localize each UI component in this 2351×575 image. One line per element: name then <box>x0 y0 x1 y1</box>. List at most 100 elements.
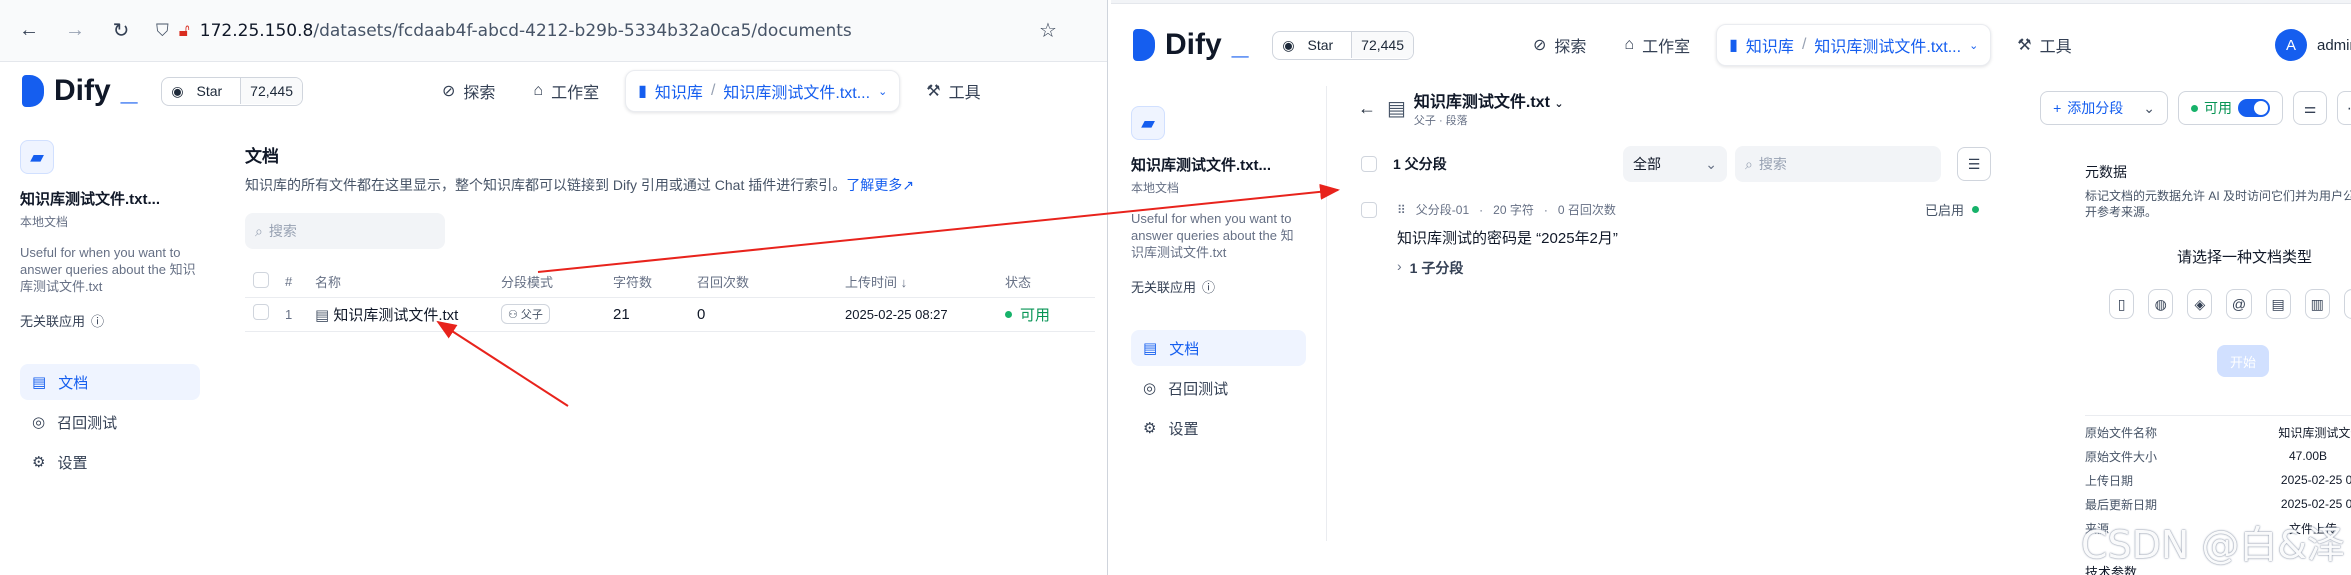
row-chars: 21 <box>605 297 689 332</box>
row-checkbox[interactable] <box>253 304 269 320</box>
status-badge: 可用 <box>1005 304 1087 325</box>
back-icon[interactable]: ← <box>18 19 40 42</box>
dataset-type: 本地文档 <box>1131 181 1180 195</box>
col-index: # <box>277 267 307 298</box>
reload-icon[interactable]: ↻ <box>110 20 132 42</box>
search-input[interactable]: ⌕ 搜索 <box>245 213 445 249</box>
child-segments-toggle[interactable]: › 1 子分段 <box>1397 258 1979 278</box>
gear-icon: ⚙ <box>1143 420 1157 437</box>
document-title[interactable]: 知识库测试文件.txt ⌄ <box>1414 88 1564 112</box>
nav-explore[interactable]: ⊘ 探索 <box>430 71 507 111</box>
dify-logo[interactable]: Dify _ <box>22 74 137 108</box>
document-mode: 父子 · 段落 <box>1413 115 1468 127</box>
nav-explore[interactable]: ⊘ 探索 <box>1521 25 1598 65</box>
segment-id: 父分段-01 <box>1415 203 1470 217</box>
info-icon[interactable]: ⓘ <box>1202 277 1215 296</box>
tools-icon: ⚒ <box>926 83 941 100</box>
user-menu[interactable]: A admin <box>2275 29 2351 61</box>
select-all-checkbox[interactable] <box>1361 156 1377 172</box>
top-nav: ⊘ 探索 ⌂ 工作室 ▮ 知识库 / 知识库测试文件.txt... ⌄ ⚒ 工具 <box>1521 24 2084 66</box>
wiki-type-icon[interactable]: ▤ <box>2265 289 2291 319</box>
start-button[interactable]: 开始 <box>2217 345 2269 377</box>
forward-icon[interactable]: → <box>64 19 86 42</box>
dataset-sidebar: ▰ 知识库测试文件.txt... 本地文档 Useful for when yo… <box>0 120 220 575</box>
row-upload-time: 2025-02-25 08:27 <box>837 297 997 332</box>
address-bar[interactable]: ⛉ 🔓︎ 172.25.150.8/datasets/fcdaab4f-abcd… <box>156 21 1013 41</box>
meta-row: 上传日期2025-02-25 08:2 <box>2085 473 2351 488</box>
web-page-type-icon[interactable]: ◍ <box>2148 289 2174 319</box>
nav-studio[interactable]: ⌂ 工作室 <box>1612 25 1702 65</box>
doc-type-options: ▯ ◍ ◈ @ ▤ ▥ ◌ <box>2109 289 2351 319</box>
folder-icon: ▰ <box>20 140 54 174</box>
book-icon: ▮ <box>638 83 647 100</box>
nav-knowledge[interactable]: ▮ 知识库 / 知识库测试文件.txt... ⌄ <box>1716 24 1992 66</box>
row-file-name[interactable]: 知识库测试文件.txt <box>333 307 458 324</box>
screenshot-root: ← → ↻ ⛉ 🔓︎ 172.25.150.8/datasets/fcdaab4… <box>0 0 2351 575</box>
shield-icon: ⛉ <box>156 20 169 41</box>
metadata-description: 标记文档的元数据允许 AI 及时访问它们并为用户公开参考来源。 <box>2085 189 2351 219</box>
col-hits: 召回次数 <box>689 267 837 298</box>
chevron-down-icon: ⌄ <box>878 85 888 98</box>
nav-studio[interactable]: ⌂ 工作室 <box>521 71 611 111</box>
github-star-button[interactable]: ◉ Star 72,445 <box>1272 30 1414 60</box>
meta-row: 最后更新日期2025-02-25 08:2 <box>2085 497 2351 512</box>
github-icon: ◉ Star <box>1282 36 1334 53</box>
dataset-name: 知识库测试文件.txt... <box>1131 157 1272 174</box>
chat-type-icon[interactable]: ◌ <box>2343 289 2351 319</box>
url-path: /datasets/fcdaab4f-abcd-4212-b29b-5334b3… <box>313 20 852 41</box>
menu-documents[interactable]: ▤ 文档 <box>1131 330 1306 366</box>
menu-retrieval-test[interactable]: ◎ 召回测试 <box>20 404 200 440</box>
more-icon[interactable]: ⋯ <box>2337 91 2351 125</box>
related-apps: 无关联应用 ⓘ <box>20 311 200 330</box>
app-header: Dify _ ◉ Star 72,445 ⊘ 探索 ⌂ 工作室 ▮ 知识库 / 知识库测试文… <box>1111 4 2351 86</box>
back-arrow-icon[interactable]: ← <box>1347 98 1387 119</box>
right-browser-window: Dify _ ◉ Star 72,445 ⊘ 探索 ⌂ 工作室 ▮ 知识库 / 知识库测试文… <box>1111 0 2351 575</box>
dataset-switcher[interactable]: 知识库测试文件.txt... <box>723 79 870 103</box>
toggle-switch[interactable] <box>2238 99 2270 117</box>
segment-content: 知识库测试的密码是 “2025年2月” <box>1397 230 1618 247</box>
avatar: A <box>2275 29 2307 61</box>
status-filter[interactable]: 全部 ⌄ <box>1623 146 1727 182</box>
segment-search-input[interactable]: ⌕ 搜索 <box>1735 146 1941 182</box>
business-type-icon[interactable]: ▥ <box>2304 289 2330 319</box>
menu-retrieval-test[interactable]: ◎ 召回测试 <box>1131 370 1306 406</box>
segment-checkbox[interactable] <box>1361 201 1377 218</box>
row-hits: 0 <box>689 297 837 332</box>
document-detail: ← ▤ 知识库测试文件.txt ⌄ 父子 · 段落 +添加分段⌄ 可用 ⚌ ⋯ … <box>1347 86 2351 575</box>
parent-child-icon: ⚇ <box>508 308 518 321</box>
add-segment-button[interactable]: + 添加分段 ⌄ <box>2040 91 2168 125</box>
left-browser-window: ← → ↻ ⛉ 🔓︎ 172.25.150.8/datasets/fcdaab4… <box>0 0 1108 575</box>
nav-knowledge[interactable]: ▮ 知识库 / 知识库测试文件.txt... ⌄ <box>625 70 901 112</box>
select-all-checkbox[interactable] <box>253 272 269 289</box>
sliders-icon[interactable]: ⚌ <box>2293 91 2327 125</box>
book-type-icon[interactable]: ▯ <box>2109 289 2135 319</box>
chevron-right-icon: › <box>1397 258 1402 274</box>
robot-icon: ⌂ <box>533 82 544 99</box>
info-icon[interactable]: ⓘ <box>91 311 104 330</box>
segment-card[interactable]: ⠿ 父分段-01 · 20 字符 · 0 召回次数 已启用 知识库测试的密码是 … <box>1361 200 1979 278</box>
nav-tools[interactable]: ⚒ 工具 <box>2005 25 2083 65</box>
search-icon: ⌕ <box>1745 155 1753 172</box>
nav-tools[interactable]: ⚒ 工具 <box>914 71 992 111</box>
learn-more-link[interactable]: 了解更多 <box>846 177 902 193</box>
chevron-down-icon: ⌄ <box>1969 39 1979 52</box>
dataset-switcher[interactable]: 知识库测试文件.txt... <box>1814 33 1961 57</box>
col-upload-time[interactable]: 上传时间 ↓ <box>837 267 997 298</box>
menu-settings[interactable]: ⚙ 设置 <box>1131 410 1306 446</box>
menu-documents[interactable]: ▤ 文档 <box>20 364 200 400</box>
menu-settings[interactable]: ⚙ 设置 <box>20 444 200 480</box>
github-star-button[interactable]: ◉ Star 72,445 <box>161 76 303 106</box>
list-view-icon[interactable]: ☰ <box>1957 147 1991 181</box>
col-chars: 字符数 <box>605 267 689 298</box>
social-type-icon[interactable]: @ <box>2226 289 2252 319</box>
table-row[interactable]: 1 ▤ 知识库测试文件.txt ⚇ 父子 21 0 2025-02-25 08:2… <box>245 297 1095 332</box>
dify-logo[interactable]: Dify _ <box>1133 28 1248 62</box>
dataset-menu: ▤ 文档 ◎ 召回测试 ⚙ 设置 <box>1131 330 1306 446</box>
segment-count: 1 父分段 <box>1393 156 1447 172</box>
availability-toggle[interactable]: 可用 <box>2178 91 2283 125</box>
plus-icon: + <box>2053 100 2062 116</box>
paper-type-icon[interactable]: ◈ <box>2187 289 2213 319</box>
bookmark-star-icon[interactable]: ☆ <box>1037 20 1059 42</box>
url-host: 172.25.150.8 <box>199 20 314 41</box>
user-name: admin <box>2317 36 2351 54</box>
